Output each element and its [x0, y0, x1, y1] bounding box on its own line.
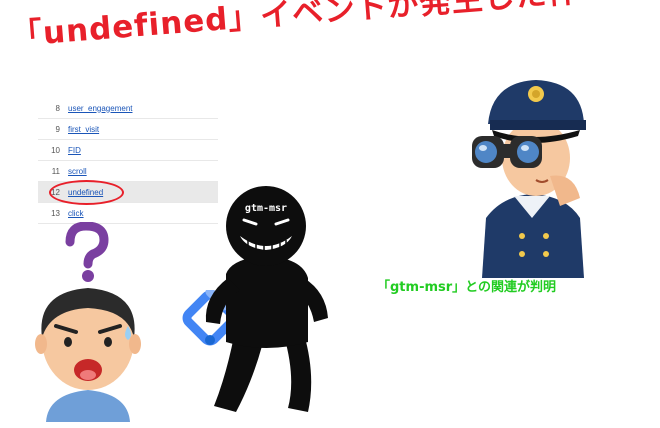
- question-mark-icon: [65, 222, 109, 282]
- binoculars-icon: [472, 136, 542, 168]
- police-badge-icon: [528, 86, 544, 102]
- event-link[interactable]: scroll: [68, 167, 87, 176]
- row-index: 10: [51, 145, 60, 155]
- table-row: 13 click: [38, 203, 218, 224]
- table-row: 8 user_engagement: [38, 98, 218, 119]
- table-row: 10 FID: [38, 140, 218, 161]
- row-index: 13: [51, 208, 60, 218]
- event-link[interactable]: FID: [68, 146, 81, 155]
- event-link[interactable]: user_engagement: [68, 104, 133, 113]
- event-link[interactable]: first_visit: [68, 125, 99, 134]
- row-index: 9: [55, 124, 60, 134]
- thief-shirt-text: gtm-msr: [244, 203, 288, 214]
- tagline: 「gtm-msr」との関連が判明: [377, 280, 557, 295]
- table-row: 9 first_visit: [38, 119, 218, 140]
- event-link[interactable]: click: [68, 209, 84, 218]
- events-table: 8 user_engagement 9 first_visit 10 FID 1…: [38, 96, 218, 228]
- confused-man-illustration: [35, 288, 141, 422]
- table-row: 11 scroll: [38, 161, 218, 182]
- highlight-ring: [49, 180, 124, 205]
- thief-illustration: [205, 186, 328, 412]
- headline: 「undefined」イベントが発生した件: [9, 0, 581, 55]
- row-index: 8: [55, 103, 60, 113]
- row-index: 11: [51, 166, 60, 176]
